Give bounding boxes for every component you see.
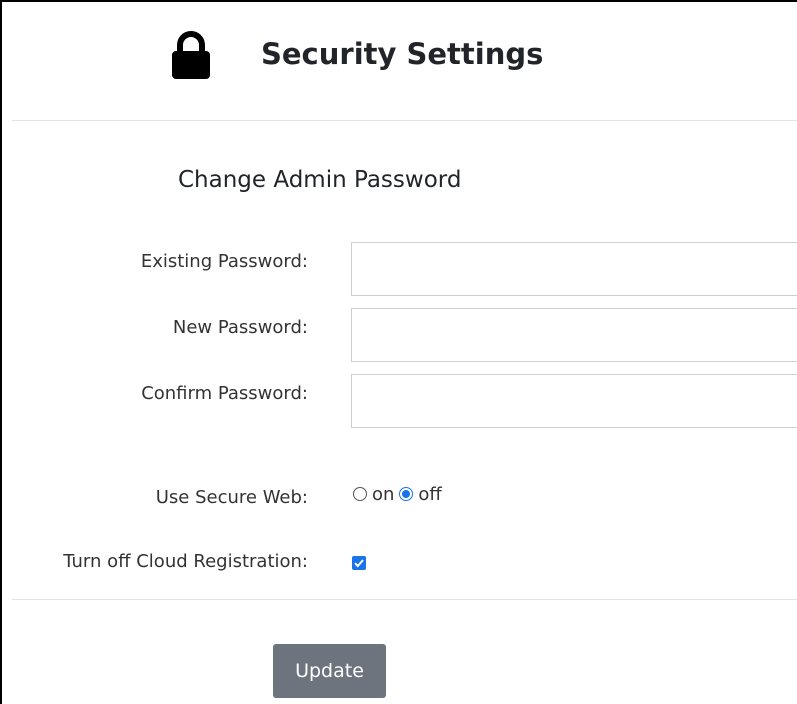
page-title: Security Settings <box>261 37 544 71</box>
new-password-label: New Password: <box>172 317 308 338</box>
confirm-password-label: Confirm Password: <box>141 383 308 404</box>
existing-password-label: Existing Password: <box>140 251 308 272</box>
secure-web-on-radio[interactable] <box>353 487 367 501</box>
secure-web-on-label[interactable]: on <box>372 484 394 505</box>
page-header: Security Settings <box>12 0 797 121</box>
confirm-password-field[interactable] <box>351 374 797 428</box>
secure-web-off-label[interactable]: off <box>418 484 441 505</box>
checkmark-icon <box>354 559 364 568</box>
update-button[interactable]: Update <box>273 644 386 698</box>
secure-web-label: Use Secure Web: <box>155 487 308 508</box>
cloud-registration-label: Turn off Cloud Registration: <box>63 551 308 572</box>
secure-web-off-radio[interactable] <box>399 487 414 501</box>
lock-icon <box>169 30 213 80</box>
new-password-field[interactable] <box>351 308 797 362</box>
section-title: Change Admin Password <box>178 167 462 193</box>
secure-web-radio-group: on off <box>353 481 447 507</box>
cloud-registration-checkbox[interactable] <box>352 556 366 570</box>
existing-password-field[interactable] <box>351 242 797 296</box>
footer-divider <box>12 599 797 600</box>
